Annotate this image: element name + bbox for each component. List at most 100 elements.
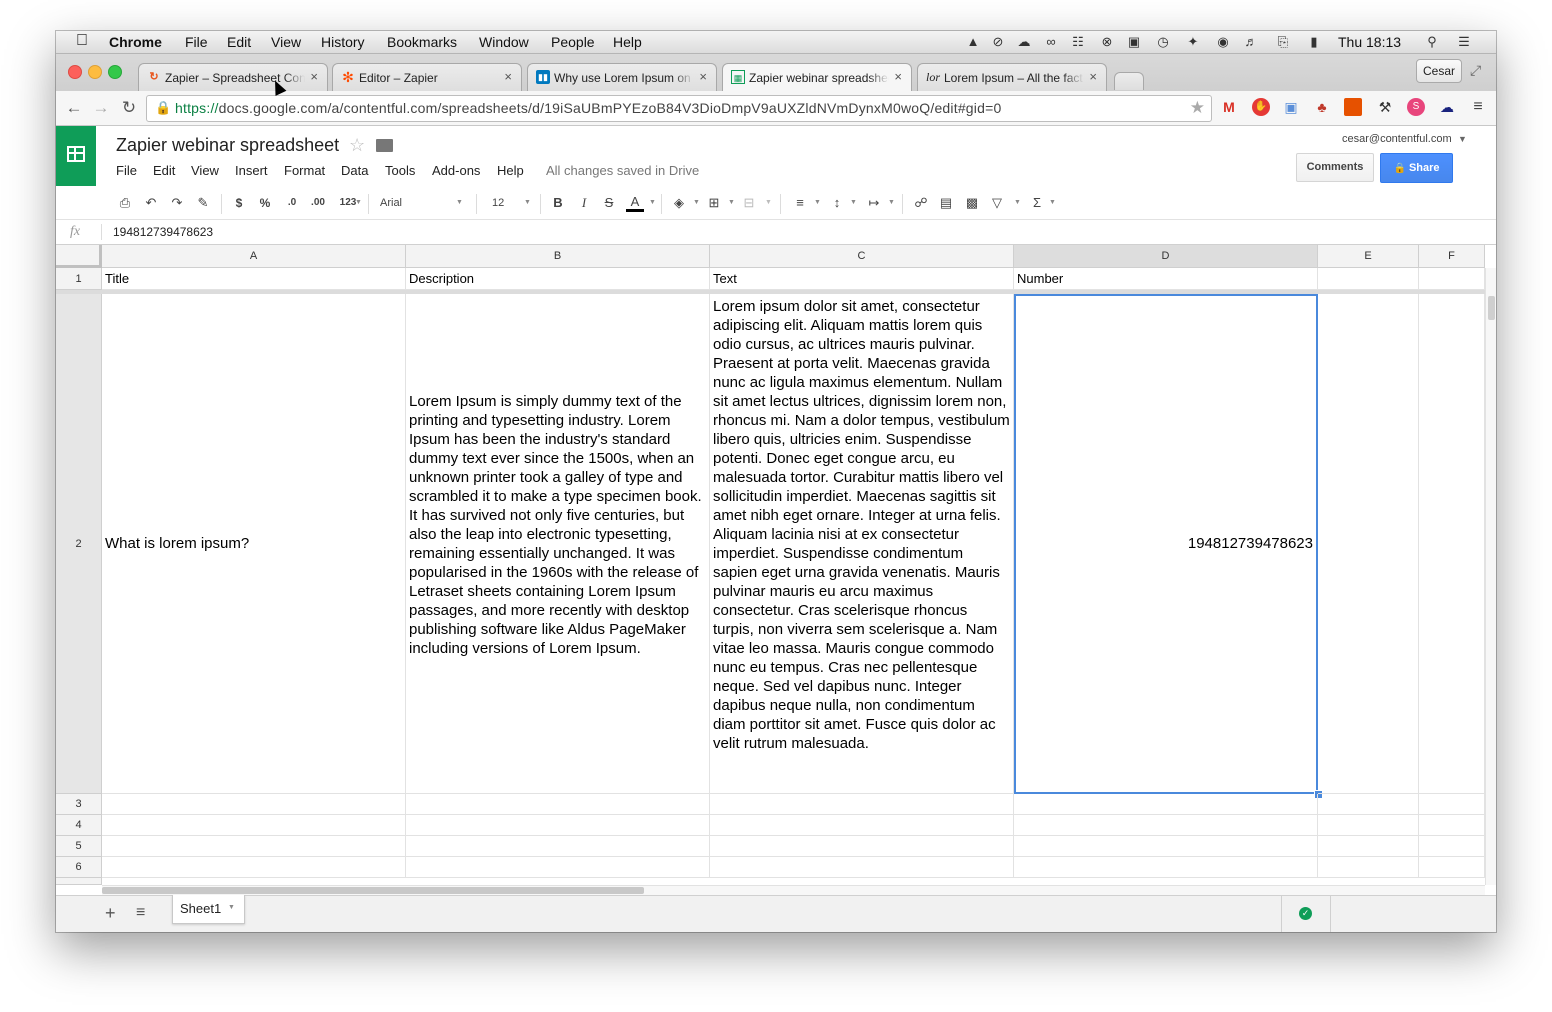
row-header-1[interactable]: 1 — [56, 268, 102, 290]
cell-b5[interactable] — [406, 836, 710, 857]
fullscreen-icon[interactable]: ⤢ — [1470, 62, 1481, 79]
os-menu-edit[interactable]: Edit — [227, 34, 251, 50]
chrome-menu-icon[interactable]: ≡ — [1469, 98, 1487, 116]
cell-c4[interactable] — [710, 815, 1014, 836]
close-window-button[interactable] — [68, 65, 82, 79]
menu-edit[interactable]: Edit — [153, 163, 175, 178]
vertical-scroll-thumb[interactable] — [1488, 296, 1495, 320]
os-menu-history[interactable]: History — [321, 34, 365, 50]
s-extension-icon[interactable]: S — [1407, 98, 1425, 116]
camera-icon[interactable]: ▣ — [1124, 34, 1144, 50]
tab-lorem-ipsum[interactable]: lor Lorem Ipsum – All the fact × — [917, 63, 1107, 91]
cell-d3[interactable] — [1014, 794, 1318, 815]
tab-zapier-spreadsheet[interactable]: ↻ Zapier – Spreadsheet Cont × — [138, 63, 328, 91]
reload-icon[interactable]: ↻ — [119, 98, 139, 118]
window-extension-icon[interactable]: ▣ — [1282, 98, 1300, 116]
menu-insert[interactable]: Insert — [235, 163, 268, 178]
folder-icon[interactable] — [376, 139, 393, 152]
os-menu-bookmarks[interactable]: Bookmarks — [387, 34, 457, 50]
cell-a1[interactable]: Title — [102, 268, 406, 290]
document-title[interactable]: Zapier webinar spreadsheet — [116, 135, 339, 156]
clock[interactable]: Thu 18:13 — [1338, 34, 1401, 50]
os-menu-people[interactable]: People — [551, 34, 595, 50]
font-size-select[interactable]: 12 — [492, 195, 504, 211]
formula-input[interactable]: 194812739478623 — [113, 225, 213, 239]
profile-button[interactable]: Cesar — [1416, 59, 1462, 83]
grid-menu-icon[interactable]: ☷ — [1068, 34, 1088, 50]
cell-e6[interactable] — [1318, 857, 1419, 878]
menu-addons[interactable]: Add-ons — [432, 163, 480, 178]
cell-a6[interactable] — [102, 857, 406, 878]
notification-bell-icon[interactable]: ▲ — [963, 34, 983, 50]
cell-a3[interactable] — [102, 794, 406, 815]
add-sheet-icon[interactable]: + — [105, 903, 116, 924]
filter-icon[interactable]: ▽ — [989, 195, 1005, 211]
cell-e4[interactable] — [1318, 815, 1419, 836]
menu-data[interactable]: Data — [341, 163, 368, 178]
do-not-disturb-icon[interactable]: ⊘ — [988, 34, 1008, 50]
cell-f2[interactable] — [1419, 294, 1485, 794]
cell-c5[interactable] — [710, 836, 1014, 857]
glasses-icon[interactable]: ∞ — [1041, 34, 1061, 50]
battery-icon[interactable]: ▮ — [1304, 34, 1324, 50]
crossed-circle-icon[interactable]: ⊗ — [1097, 34, 1117, 50]
percent-format-button[interactable]: % — [257, 195, 273, 211]
menu-tools[interactable]: Tools — [385, 163, 415, 178]
text-color-button[interactable]: A — [626, 195, 644, 212]
cell-d1[interactable]: Number — [1014, 268, 1318, 290]
vertical-scrollbar[interactable] — [1485, 268, 1496, 885]
close-tab-icon[interactable]: × — [699, 69, 707, 84]
row-header-4[interactable]: 4 — [56, 815, 102, 836]
cell-c6[interactable] — [710, 857, 1014, 878]
functions-button[interactable]: Σ — [1030, 195, 1044, 211]
cell-f6[interactable] — [1419, 857, 1485, 878]
new-tab-button[interactable] — [1114, 72, 1144, 90]
vertical-align-icon[interactable]: ↕ — [829, 195, 845, 211]
horizontal-align-icon[interactable]: ≡ — [792, 195, 808, 211]
cell-c2[interactable]: Lorem ipsum dolor sit amet, consectetur … — [710, 294, 1014, 794]
row-header-2[interactable]: 2 — [56, 294, 102, 794]
book-extension-icon[interactable] — [1344, 98, 1362, 116]
cell-f4[interactable] — [1419, 815, 1485, 836]
chevron-down-icon[interactable]: ▼ — [228, 904, 235, 911]
os-menu-file[interactable]: File — [185, 34, 208, 50]
os-menu-view[interactable]: View — [271, 34, 301, 50]
forward-arrow-icon[interactable]: → — [91, 98, 111, 118]
cell-a2[interactable]: What is lorem ipsum? — [102, 294, 406, 794]
comments-button[interactable]: Comments — [1296, 153, 1374, 182]
cell-f5[interactable] — [1419, 836, 1485, 857]
insert-comment-icon[interactable]: ▤ — [938, 195, 954, 211]
column-header-d[interactable]: D — [1014, 245, 1318, 268]
italic-button[interactable]: I — [577, 195, 591, 211]
save-status[interactable]: All changes saved in Drive — [546, 163, 699, 178]
row-header-6[interactable]: 6 — [56, 857, 102, 878]
column-header-c[interactable]: C — [710, 245, 1014, 268]
insert-chart-icon[interactable]: ▩ — [963, 195, 981, 211]
menu-view[interactable]: View — [191, 163, 219, 178]
tab-zapier-editor[interactable]: ✻ Editor – Zapier × — [332, 63, 522, 91]
cell-d2-selected[interactable]: 194812739478623 — [1014, 294, 1318, 794]
menu-file[interactable]: File — [116, 163, 137, 178]
print-icon[interactable]: ⎙ — [117, 195, 133, 211]
volume-icon[interactable]: ♬ — [1241, 34, 1261, 50]
increase-decimal-button[interactable]: .00 — [307, 195, 329, 211]
close-tab-icon[interactable]: × — [1089, 69, 1097, 84]
strikethrough-button[interactable]: S — [602, 195, 616, 211]
notification-center-icon[interactable]: ☰ — [1454, 34, 1474, 50]
cell-b1[interactable]: Description — [406, 268, 710, 290]
cell-b2[interactable]: Lorem Ipsum is simply dummy text of the … — [406, 294, 710, 794]
currency-format-button[interactable]: $ — [232, 195, 246, 211]
back-arrow-icon[interactable]: ← — [64, 98, 84, 118]
paint-format-icon[interactable]: ✎ — [195, 195, 211, 211]
cell-e3[interactable] — [1318, 794, 1419, 815]
select-all-corner[interactable] — [56, 245, 102, 268]
os-menu-window[interactable]: Window — [479, 34, 529, 50]
tab-trello[interactable]: ▮▮ Why use Lorem Ipsum on C × — [527, 63, 717, 91]
address-bar[interactable]: 🔒 https://docs.google.com/a/contentful.c… — [146, 95, 1212, 122]
undo-icon[interactable]: ↶ — [143, 195, 159, 211]
cell-a4[interactable] — [102, 815, 406, 836]
column-header-a[interactable]: A — [102, 245, 406, 268]
check-icon[interactable]: ✓ — [1299, 907, 1312, 920]
bookmark-star-icon[interactable]: ★ — [1190, 98, 1205, 118]
insert-link-icon[interactable]: ☍ — [911, 195, 931, 211]
